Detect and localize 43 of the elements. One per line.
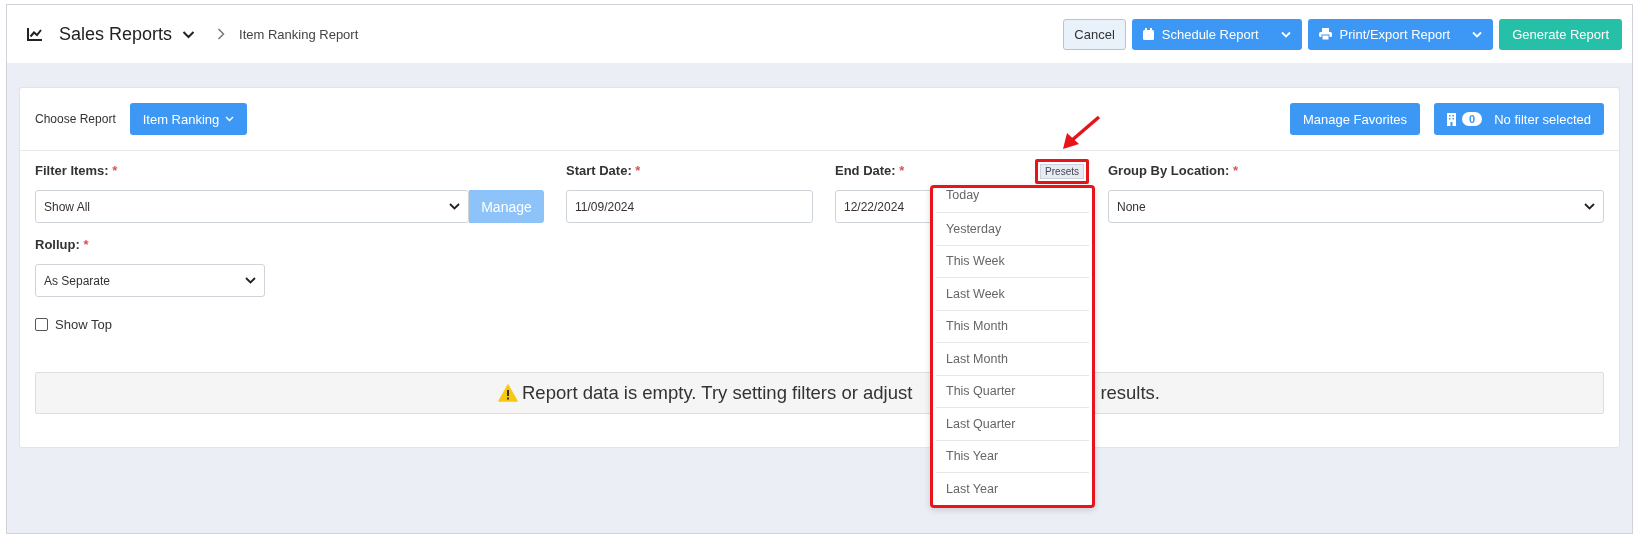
preset-menu-item[interactable]: Last Year	[936, 473, 1089, 505]
field-label: Group By Location: *	[1108, 162, 1239, 180]
preset-menu-item[interactable]: This Quarter	[936, 375, 1089, 408]
filter-button[interactable]: 0 No filter selected	[1434, 103, 1604, 135]
preset-menu-item[interactable]: Today	[936, 188, 1089, 213]
chevron-down-icon	[449, 203, 460, 210]
chevron-right-icon	[217, 28, 226, 40]
annotation-arrow	[1061, 115, 1101, 151]
breadcrumb-item: Item Ranking Report	[239, 26, 359, 42]
filter-items-select[interactable]: Show All	[35, 190, 469, 223]
building-icon	[1447, 112, 1457, 126]
header-button[interactable]: Cancel	[1063, 18, 1126, 50]
caret-icon	[225, 116, 235, 122]
warning-icon	[498, 384, 518, 402]
caret-icon[interactable]	[1280, 30, 1291, 38]
chevron-down-icon	[1584, 203, 1595, 210]
field-label: Filter Items: *	[35, 162, 119, 180]
preset-menu-item[interactable]: Yesterday	[936, 213, 1089, 246]
show-top-label: Show Top	[55, 317, 112, 332]
rollup-select[interactable]: As Separate	[35, 264, 265, 297]
preset-menu-item[interactable]: This Month	[936, 310, 1089, 343]
field-label: Start Date: *	[566, 162, 642, 180]
group-by-location-select[interactable]: None	[1108, 190, 1604, 223]
alert-text: Report data is empty. Try setting filters or adjust	[522, 382, 913, 404]
preset-menu-item[interactable]: This Week	[936, 245, 1089, 278]
page-title[interactable]: Sales Reports	[59, 23, 173, 45]
calendar-icon	[1142, 28, 1154, 40]
alert-text: results.	[1100, 382, 1160, 404]
preset-menu-item[interactable]: This Year	[936, 440, 1089, 473]
field-label: Rollup: *	[35, 236, 90, 254]
preset-menu-item[interactable]: Last Month	[936, 343, 1089, 376]
checkbox[interactable]	[35, 318, 48, 331]
caret-icon[interactable]	[1472, 30, 1483, 38]
printer-icon	[1318, 28, 1332, 40]
presets-button[interactable]: Presets	[1040, 163, 1084, 179]
preset-menu-item[interactable]: Last Week	[936, 278, 1089, 311]
chevron-down-icon[interactable]	[182, 29, 196, 39]
chevron-down-icon	[245, 277, 256, 284]
start-date-field[interactable]: 11/09/2024	[566, 190, 813, 223]
preset-menu-item[interactable]: Last Quarter	[936, 408, 1089, 441]
field-label: End Date: *	[835, 162, 905, 180]
line-chart-icon	[27, 27, 43, 41]
choose-report-label: Choose Report	[35, 112, 116, 126]
